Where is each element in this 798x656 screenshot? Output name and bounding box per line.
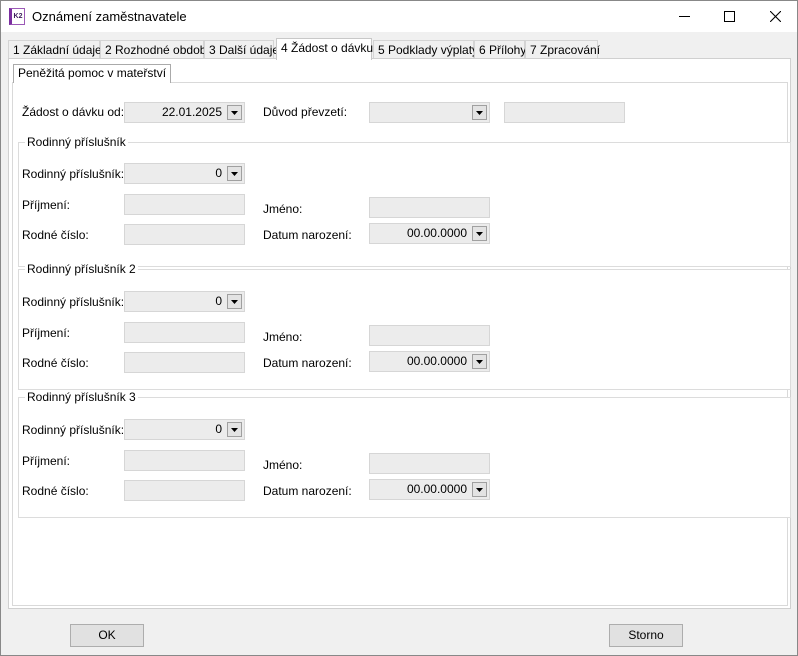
family-member-combo[interactable]: 0 [124,291,245,312]
family-member-label: Rodinný příslušník: [22,167,125,181]
main-tabs: 1 Základní údaje 2 Rozhodné období 3 Dal… [8,38,788,60]
maximize-button[interactable] [706,1,752,32]
tab-other-data[interactable]: 3 Další údaje [204,40,279,59]
surname-label: Příjmení: [22,198,71,212]
surname-label: Příjmení: [22,454,71,468]
chevron-down-icon[interactable] [472,226,487,241]
birth-date-label: Datum narození: [263,484,352,498]
group-title: Rodinný příslušník 2 [25,262,138,276]
tab-panel: Peněžitá pomoc v mateřství Žádost o dávk… [8,58,791,609]
first-name-field[interactable] [369,197,490,218]
first-name-label: Jméno: [263,458,303,472]
birth-date-combo[interactable]: 00.00.0000 [369,351,490,372]
first-name-field[interactable] [369,325,490,346]
family-member-group-3: Rodinný příslušník 3 Rodinný příslušník:… [18,390,791,518]
tab-benefit-request[interactable]: 4 Žádost o dávku [276,38,373,60]
family-member-group-2: Rodinný příslušník 2 Rodinný příslušník:… [18,262,791,390]
dialog-window: K2 Oznámení zaměstnavatele 1 Základní úd… [0,0,798,656]
surname-field[interactable] [124,322,245,343]
group-title: Rodinný příslušník 3 [25,390,138,404]
birth-number-field[interactable] [124,480,245,501]
tab-attachments[interactable]: 6 Přílohy [474,40,526,59]
chevron-down-icon[interactable] [472,354,487,369]
takeover-reason-detail-field[interactable] [504,102,625,123]
birth-date-value: 00.00.0000 [406,226,467,240]
chevron-down-icon[interactable] [227,166,242,181]
family-member-label: Rodinný příslušník: [22,295,125,309]
birth-number-label: Rodné číslo: [22,228,89,242]
first-name-label: Jméno: [263,202,303,216]
first-name-label: Jméno: [263,330,303,344]
birth-number-field[interactable] [124,224,245,245]
birth-date-combo[interactable]: 00.00.0000 [369,479,490,500]
birth-number-label: Rodné číslo: [22,484,89,498]
app-logo-icon: K2 [9,8,25,25]
family-member-value: 0 [215,166,222,180]
birth-date-label: Datum narození: [263,356,352,370]
surname-field[interactable] [124,450,245,471]
takeover-reason-combo[interactable] [369,102,490,123]
surname-field[interactable] [124,194,245,215]
title-bar: K2 Oznámení zaměstnavatele [1,1,797,32]
subtab-panel: Žádost o dávku od: 22.01.2025 Důvod přev… [12,82,791,606]
close-button[interactable] [752,1,798,32]
family-member-value: 0 [215,422,222,436]
tab-processing[interactable]: 7 Zpracování [525,40,600,59]
chevron-down-icon[interactable] [227,105,242,120]
family-member-value: 0 [215,294,222,308]
birth-date-combo[interactable]: 00.00.0000 [369,223,490,244]
maximize-icon [723,11,735,22]
chevron-down-icon[interactable] [472,105,487,120]
tab-payment-basis[interactable]: 5 Podklady výplaty [373,40,478,59]
birth-date-value: 00.00.0000 [406,482,467,496]
minimize-button[interactable] [661,1,707,32]
request-date-combo[interactable]: 22.01.2025 [124,102,245,123]
first-name-field[interactable] [369,453,490,474]
family-member-group-1: Rodinný příslušník Rodinný příslušník: 0… [18,135,791,267]
surname-label: Příjmení: [22,326,71,340]
birth-date-value: 00.00.0000 [406,354,467,368]
family-member-label: Rodinný příslušník: [22,423,125,437]
chevron-down-icon[interactable] [472,482,487,497]
window-title: Oznámení zaměstnavatele [32,9,187,24]
chevron-down-icon[interactable] [227,422,242,437]
family-member-combo[interactable]: 0 [124,419,245,440]
birth-number-label: Rodné číslo: [22,356,89,370]
request-date-value: 22.01.2025 [161,105,222,119]
subtab-maternity-allowance[interactable]: Peněžitá pomoc v mateřství [13,64,172,83]
tab-basic-data[interactable]: 1 Základní údaje [8,40,102,59]
cancel-button[interactable]: Storno [609,624,683,647]
birth-date-label: Datum narození: [263,228,352,242]
minimize-icon [678,16,690,17]
chevron-down-icon[interactable] [227,294,242,309]
takeover-reason-label: Důvod převzetí: [263,105,348,119]
ok-button[interactable]: OK [70,624,144,647]
request-date-label: Žádost o dávku od: [22,105,125,119]
close-icon [769,11,781,22]
group-title: Rodinný příslušník [25,135,128,149]
birth-number-field[interactable] [124,352,245,373]
tab-decisive-period[interactable]: 2 Rozhodné období [100,40,210,59]
family-member-combo[interactable]: 0 [124,163,245,184]
